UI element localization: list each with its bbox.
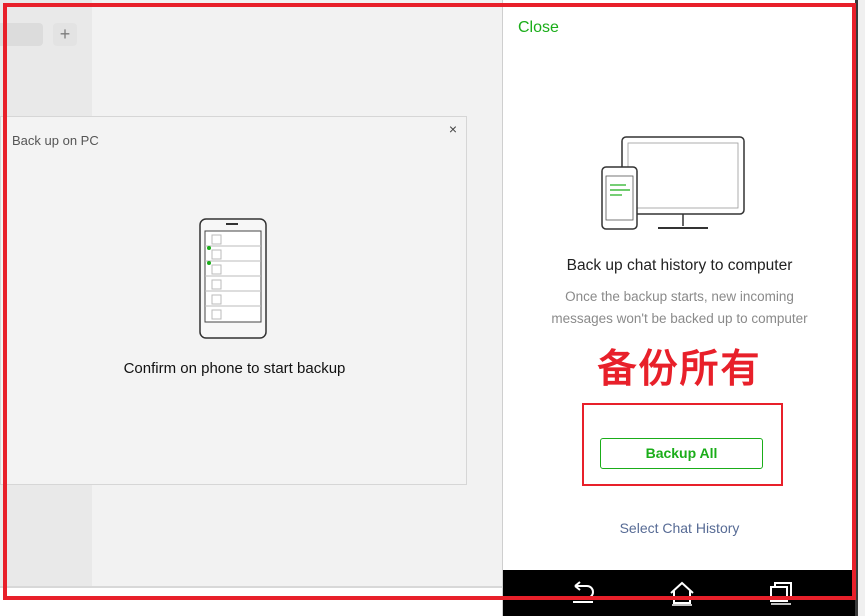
- android-nav-bar: [503, 570, 856, 616]
- add-tab-button[interactable]: +: [53, 23, 77, 46]
- back-icon[interactable]: [569, 580, 597, 606]
- taskbar: [0, 588, 502, 616]
- phone-list-icon: [199, 218, 267, 339]
- select-chat-history-link[interactable]: Select Chat History: [503, 520, 856, 536]
- desktop-tab[interactable]: [0, 23, 43, 46]
- annotation-backup-all-cn: 备份所有: [597, 348, 762, 391]
- subtext-line-2: messages won't be backed up to computer: [551, 311, 808, 326]
- home-icon[interactable]: [668, 580, 696, 606]
- confirm-instruction: Confirm on phone to start backup: [123, 360, 346, 377]
- phone-computer-icon: [601, 136, 745, 230]
- close-button[interactable]: Close: [518, 19, 559, 37]
- mobile-screen: Close Back up chat history to computer O…: [502, 0, 856, 616]
- subtext-line-1: Once the backup starts, new incoming: [565, 289, 794, 304]
- backup-dialog: Back up on PC × Confirm on phone to star…: [0, 116, 467, 485]
- backup-subtext: Once the backup starts, new incoming mes…: [503, 286, 856, 330]
- dialog-close-button[interactable]: ×: [445, 121, 461, 137]
- backup-all-button[interactable]: Backup All: [600, 438, 763, 469]
- backup-headline: Back up chat history to computer: [566, 257, 793, 274]
- dialog-title: Back up on PC: [12, 133, 99, 148]
- window-edge-border: [855, 0, 858, 616]
- recents-icon[interactable]: [767, 580, 795, 606]
